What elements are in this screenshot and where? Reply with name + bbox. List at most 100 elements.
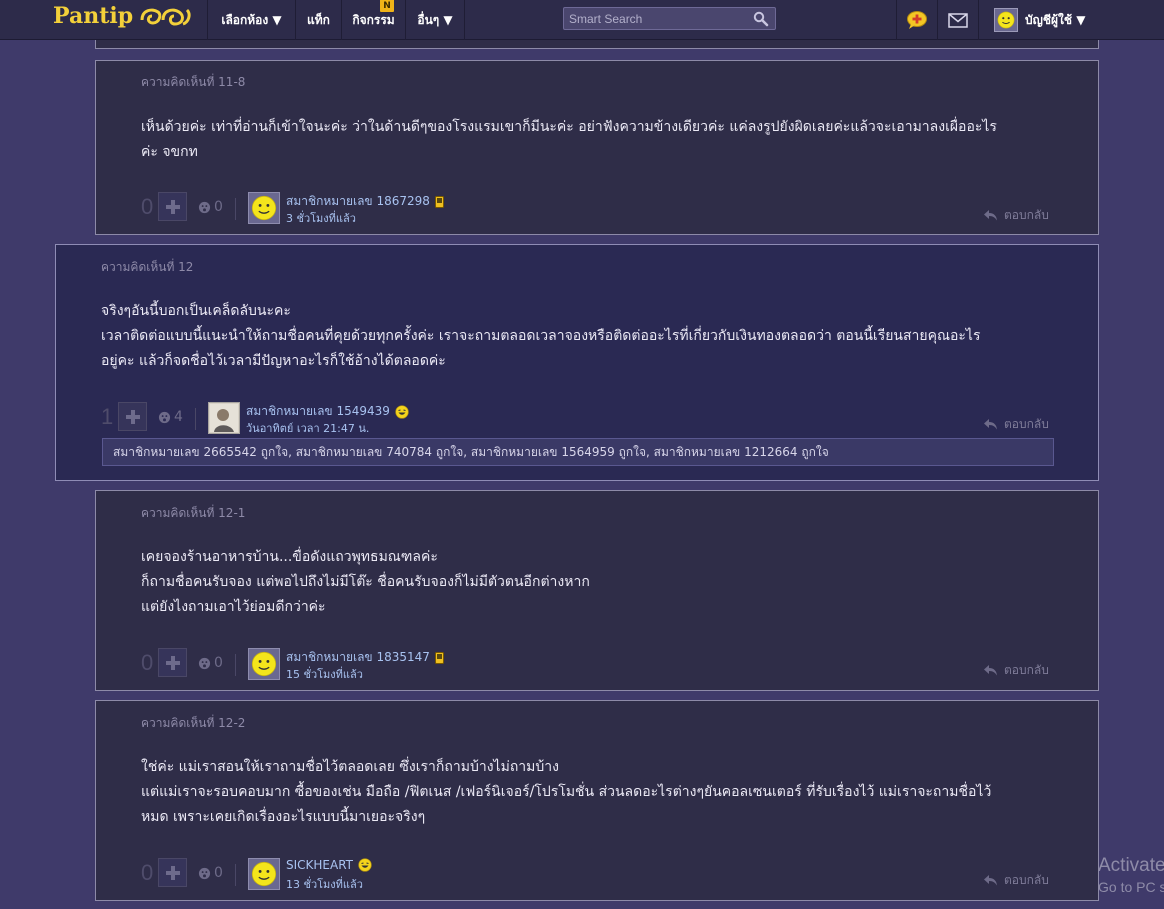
windows-activation-watermark: Activate Go to PC s: [1098, 855, 1164, 895]
avatar[interactable]: [248, 192, 280, 224]
comment-line: หมด เพราะเคยเกิดเรื่องอะไรแบบนี้มาเยอะจร…: [141, 809, 426, 825]
laughing-emoticon-icon: [395, 404, 409, 419]
comment-line: ค่ะ จขกท: [141, 144, 198, 160]
envelope-icon: [948, 12, 968, 28]
new-topic-button[interactable]: [897, 0, 937, 40]
vote-plus-button[interactable]: [118, 402, 147, 431]
reply-label: ตอบกลับ: [1004, 417, 1049, 431]
footer-divider: [195, 408, 196, 430]
smiley-icon: [251, 861, 277, 887]
nav-select-room[interactable]: เลือกห้อง ▼: [208, 0, 295, 40]
reply-arrow-icon: [984, 875, 997, 886]
vote-plus-button[interactable]: [158, 648, 187, 677]
comment-body: จริงๆอันนี้บอกเป็นเคล็ดลับนะคะ เวลาติดต่…: [101, 299, 980, 374]
comment-number: ความคิดเห็นที่ 12-1: [141, 506, 246, 520]
emotion-count: 4: [174, 409, 183, 425]
comment-number: ความคิดเห็นที่ 12-2: [141, 716, 246, 730]
avatar[interactable]: [248, 858, 280, 890]
avatar[interactable]: [208, 402, 240, 434]
smiley-icon: [251, 651, 277, 677]
comment-line: ก็ถามชื่อคนรับจอง แต่พอไปถึงไม่มีโต๊ะ ชื…: [141, 574, 590, 590]
vote-plus-button[interactable]: [158, 858, 187, 887]
previous-comment-edge: [95, 40, 1099, 49]
search-icon[interactable]: [753, 11, 769, 31]
laughing-emoticon-icon: [358, 858, 372, 872]
post-time: 3 ชั่วโมงที่แล้ว: [286, 212, 356, 225]
reply-button[interactable]: ตอบกลับ: [984, 871, 1049, 890]
comment-line: อยู่คะ แล้วก็จดชื่อไว้เวลามีปัญหาอะไรก็ใ…: [101, 353, 446, 369]
plus-icon: [165, 865, 180, 880]
logo-text: Pantip: [53, 3, 134, 29]
emotion-counter[interactable]: 0: [198, 865, 223, 881]
reply-button[interactable]: ตอบกลับ: [984, 206, 1049, 225]
watermark-line-1: Activate: [1098, 855, 1164, 876]
pantip-logo[interactable]: Pantip: [53, 3, 191, 29]
new-badge: N: [380, 0, 394, 12]
account-menu[interactable]: บัญชีผู้ใช้ ▼: [994, 0, 1085, 40]
nav-activities[interactable]: กิจกรรม N: [342, 0, 405, 40]
phone-badge-icon: [434, 195, 444, 208]
footer-divider: [235, 198, 236, 220]
comment-line: จริงๆอันนี้บอกเป็นเคล็ดลับนะคะ: [101, 303, 291, 319]
comment-12-2: ความคิดเห็นที่ 12-2 ใช่ค่ะ แม่เราสอนให้เ…: [95, 700, 1099, 901]
comment-body: เคยจองร้านอาหารบ้าน...ขื่อดังแถวพุทธมณฑล…: [141, 545, 590, 620]
reply-arrow-icon: [984, 210, 997, 221]
nav-divider: [978, 0, 979, 40]
smiley-icon: [997, 11, 1015, 29]
emotion-counter[interactable]: 4: [158, 409, 183, 425]
likers-text: สมาชิกหมายเลข 2665542 ถูกใจ, สมาชิกหมายเ…: [113, 444, 829, 459]
reply-arrow-icon: [984, 419, 997, 430]
account-avatar: [994, 8, 1018, 32]
plus-icon: [165, 655, 180, 670]
reply-arrow-icon: [984, 665, 997, 676]
nav-more-label: อื่นๆ ▼: [417, 12, 453, 27]
footer-divider: [235, 864, 236, 886]
vote-score: 0: [141, 650, 154, 675]
emotion-counter[interactable]: 0: [198, 199, 223, 215]
avatar[interactable]: [248, 648, 280, 680]
reply-button[interactable]: ตอบกลับ: [984, 661, 1049, 680]
nav-tags-label: แท็ก: [307, 12, 330, 27]
comment-line: เคยจองร้านอาหารบ้าน...ขื่อดังแถวพุทธมณฑล…: [141, 549, 438, 565]
post-time: 15 ชั่วโมงที่แล้ว: [286, 668, 363, 681]
smiley-icon: [251, 195, 277, 221]
footer-divider: [235, 654, 236, 676]
comment-line: ใช่ค่ะ แม่เราสอนให้เราถามชื่อไว้ตลอดเลย …: [141, 759, 559, 775]
emotion-counter[interactable]: 0: [198, 655, 223, 671]
search-input[interactable]: [567, 10, 747, 27]
reply-button[interactable]: ตอบกลับ: [984, 415, 1049, 434]
comment-12: ความคิดเห็นที่ 12 จริงๆอันนี้บอกเป็นเคล็…: [55, 244, 1099, 481]
nav-activities-label: กิจกรรม: [352, 12, 395, 27]
vote-plus-button[interactable]: [158, 192, 187, 221]
nav-more[interactable]: อื่นๆ ▼: [406, 0, 464, 40]
emotion-face-icon: [198, 867, 211, 879]
post-time: วันอาทิตย์ เวลา 21:47 น.: [246, 422, 370, 435]
comment-12-1: ความคิดเห็นที่ 12-1 เคยจองร้านอาหารบ้าน.…: [95, 490, 1099, 691]
username-link[interactable]: SICKHEART: [286, 858, 372, 872]
comment-11-8: ความคิดเห็นที่ 11-8 เห็นด้วยค่ะ เท่าที่อ…: [95, 60, 1099, 235]
emotion-count: 0: [214, 199, 223, 215]
messages-button[interactable]: [938, 0, 978, 40]
nav-select-room-label: เลือกห้อง ▼: [221, 12, 282, 27]
emotion-face-icon: [158, 411, 171, 423]
plus-icon: [125, 409, 140, 424]
reply-label: ตอบกลับ: [1004, 208, 1049, 222]
post-time: 13 ชั่วโมงที่แล้ว: [286, 878, 363, 891]
account-label: บัญชีผู้ใช้ ▼: [1025, 12, 1086, 27]
likers-list[interactable]: สมาชิกหมายเลข 2665542 ถูกใจ, สมาชิกหมายเ…: [102, 438, 1054, 466]
vote-score: 1: [101, 404, 114, 429]
chat-bubble-plus-icon: [907, 11, 927, 29]
comment-number: ความคิดเห็นที่ 11-8: [141, 75, 246, 89]
watermark-line-2: Go to PC s: [1098, 879, 1164, 895]
comment-line: แต่ยังไงถามเอาไว้ย่อมดีกว่าค่ะ: [141, 599, 326, 615]
top-navbar: Pantip เลือกห้อง ▼ แท็ก กิจกรรม N อื่นๆ …: [0, 0, 1164, 40]
comment-line: เวลาติดต่อแบบนี้แนะนำให้ถามชื่อคนที่คุยด…: [101, 328, 981, 344]
comment-line: เห็นด้วยค่ะ เท่าที่อ่านก็เข้าใจนะค่ะ ว่า…: [141, 119, 997, 135]
nav-tags[interactable]: แท็ก: [296, 0, 341, 40]
comment-line: แต่แม่เราจะรอบคอบมาก ซื้อของเช่น มือถือ …: [141, 784, 992, 800]
emotion-face-icon: [198, 657, 211, 669]
reply-label: ตอบกลับ: [1004, 663, 1049, 677]
reply-label: ตอบกลับ: [1004, 873, 1049, 887]
emotion-count: 0: [214, 655, 223, 671]
user-photo-icon: [210, 404, 238, 432]
